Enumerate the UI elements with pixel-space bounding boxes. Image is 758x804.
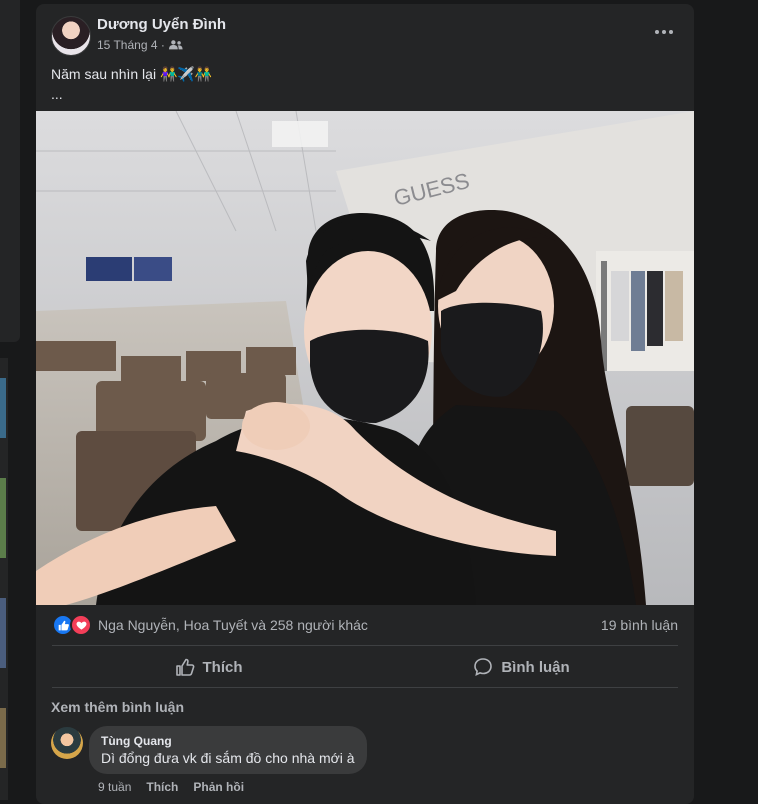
post-actions: Thích Bình luận <box>52 648 678 686</box>
post-card: Dương Uyển Đình 15 Tháng 4 · Năm sau nhì… <box>36 4 694 804</box>
love-icon <box>70 614 92 636</box>
side-thumbnail[interactable] <box>0 708 6 768</box>
commenter-avatar[interactable] <box>51 727 83 759</box>
thumbs-up-icon <box>175 658 194 676</box>
reactions-summary[interactable]: Nga Nguyễn, Hoa Tuyết và 258 người khác <box>52 614 368 636</box>
left-rail-secondary <box>0 358 8 800</box>
like-button[interactable]: Thích <box>52 648 365 686</box>
reactions-text[interactable]: Nga Nguyễn, Hoa Tuyết và 258 người khác <box>98 617 368 633</box>
caption-line: Năm sau nhìn lại 👫✈️👬 <box>51 66 213 82</box>
reactions-row: Nga Nguyễn, Hoa Tuyết và 258 người khác … <box>52 614 678 636</box>
comment-like-button[interactable]: Thích <box>146 780 178 794</box>
divider <box>52 687 678 688</box>
post-photo[interactable]: GUESS <box>36 111 694 605</box>
comment-bubble: Tùng Quang Dì đổng đưa vk đi sắm đồ cho … <box>89 726 367 774</box>
post-header: Dương Uyển Đình 15 Tháng 4 · <box>36 4 694 64</box>
comment-text: Dì đổng đưa vk đi sắm đồ cho nhà mới à <box>101 750 355 766</box>
dot-icon <box>655 30 659 34</box>
dot-icon <box>662 30 666 34</box>
comment-label: Bình luận <box>501 658 570 676</box>
comment-reply-button[interactable]: Phản hồi <box>193 780 244 794</box>
side-thumbnail[interactable] <box>0 478 6 558</box>
side-thumbnail[interactable] <box>0 598 6 668</box>
view-more-comments-link[interactable]: Xem thêm bình luận <box>51 699 184 715</box>
left-rail <box>0 0 20 342</box>
post-caption: Năm sau nhìn lại 👫✈️👬 ... <box>51 64 212 104</box>
reaction-icons <box>52 614 92 636</box>
comment-actions: 9 tuần Thích Phản hồi <box>98 780 244 794</box>
friends-icon[interactable] <box>168 39 183 51</box>
post-meta: 15 Tháng 4 · <box>97 38 183 52</box>
author-avatar[interactable] <box>51 16 91 56</box>
commenter-name[interactable]: Tùng Quang <box>101 734 355 748</box>
more-options-button[interactable] <box>648 18 680 46</box>
comment-count[interactable]: 19 bình luận <box>601 617 678 633</box>
like-label: Thích <box>202 658 243 676</box>
caption-ellipsis[interactable]: ... <box>51 84 212 104</box>
dot-icon <box>669 30 673 34</box>
divider <box>52 645 678 646</box>
comment-icon <box>474 658 493 677</box>
post-date[interactable]: 15 Tháng 4 · <box>97 38 165 52</box>
comment-time[interactable]: 9 tuần <box>98 780 131 794</box>
author-name[interactable]: Dương Uyển Đình <box>97 16 226 33</box>
comment-button[interactable]: Bình luận <box>365 648 678 686</box>
airport-selfie-photo: GUESS <box>36 111 694 605</box>
side-thumbnail[interactable] <box>0 378 6 438</box>
